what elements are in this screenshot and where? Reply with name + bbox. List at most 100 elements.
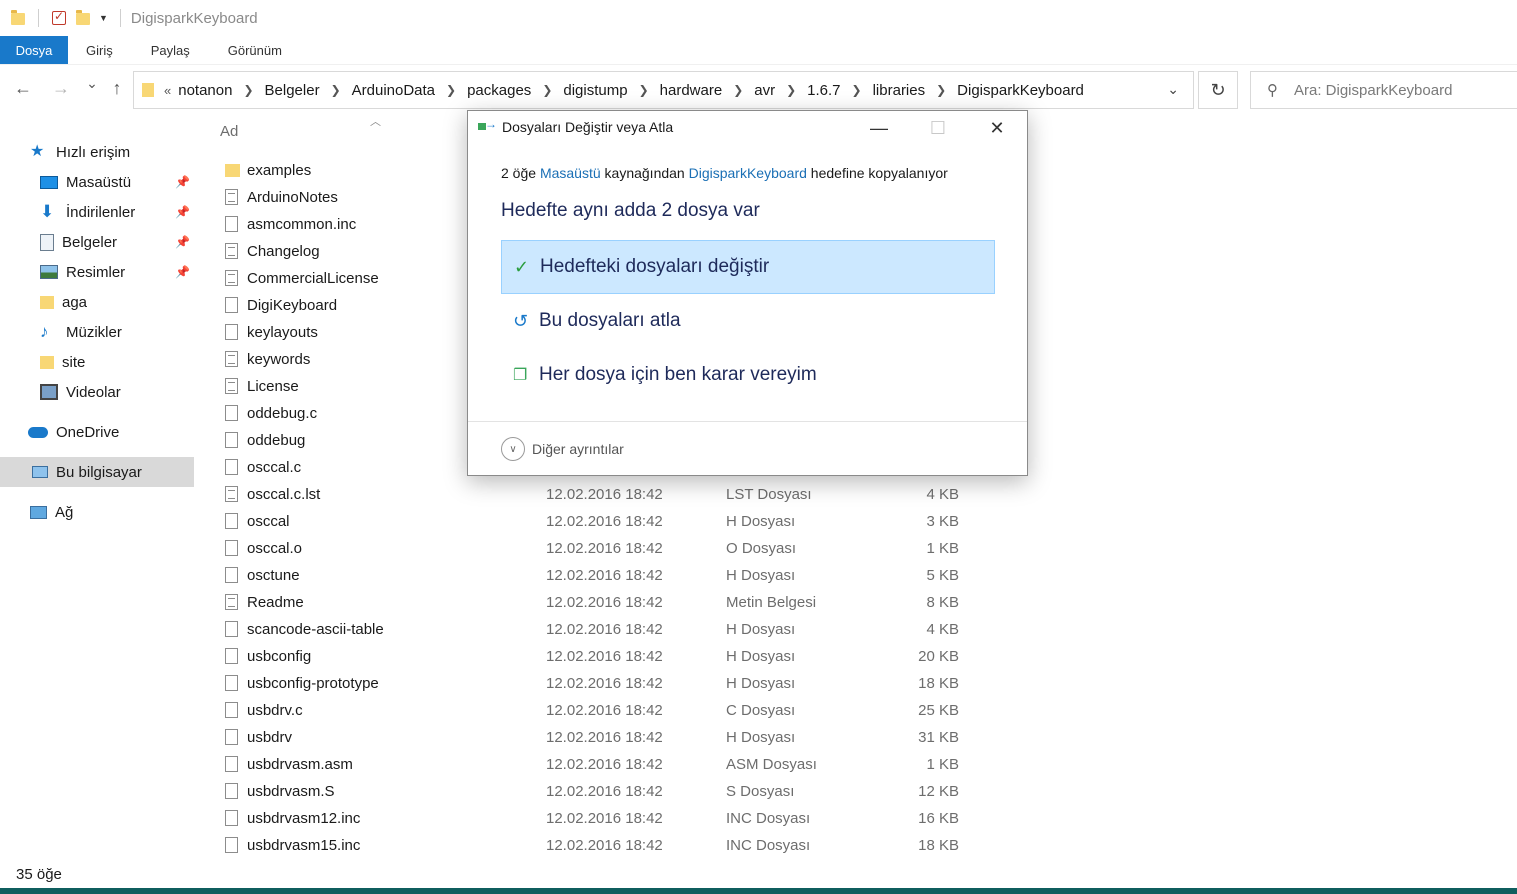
chevron-right-icon[interactable]: ❯ xyxy=(733,83,743,97)
message-text: kaynağından xyxy=(600,165,689,181)
divider xyxy=(119,9,121,27)
sidebar-item-videolar[interactable]: Videolar xyxy=(0,377,194,407)
tab-gorunum[interactable]: Görünüm xyxy=(209,36,301,64)
destination-link[interactable]: DigisparkKeyboard xyxy=(689,165,807,181)
file-icon xyxy=(225,405,238,421)
file-size: 25 KB xyxy=(918,702,959,719)
sidebar-item-resimler[interactable]: Resimler 📌 xyxy=(0,257,194,287)
breadcrumb-item[interactable]: digistump xyxy=(563,82,627,99)
sidebar-item-label: Masaüstü xyxy=(66,173,132,191)
sidebar-item-ag[interactable]: Ağ xyxy=(0,497,194,527)
chevron-right-icon[interactable]: ❯ xyxy=(331,83,341,97)
sidebar-item-belgeler[interactable]: Belgeler 📌 xyxy=(0,227,194,257)
file-row[interactable]: usbdrvasm15.inc 12.02.2016 18:42 INC Dosya… xyxy=(220,832,980,859)
back-icon[interactable]: ← xyxy=(10,78,36,99)
file-icon xyxy=(225,810,238,826)
file-row[interactable]: usbconfig-prototype 12.02.2016 18:42 H Dos… xyxy=(220,670,980,697)
file-name: Changelog xyxy=(247,243,320,260)
minimize-button[interactable]: — xyxy=(864,115,894,141)
skip-files-option[interactable]: ↺ Bu dosyaları atla xyxy=(501,294,995,348)
network-icon xyxy=(30,505,47,519)
file-row[interactable]: osccal.c.lst 12.02.2016 18:42 LST Dosyası 4… xyxy=(220,481,980,508)
sidebar-item-bu-bilgisayar[interactable]: Bu bilgisayar xyxy=(0,457,194,487)
breadcrumb-item[interactable]: ArduinoData xyxy=(352,82,435,99)
file-date: 12.02.2016 18:42 xyxy=(546,675,663,692)
taskbar-edge xyxy=(0,888,1517,894)
pin-icon[interactable]: 📌 xyxy=(175,175,190,189)
pin-icon[interactable]: 📌 xyxy=(175,205,190,219)
breadcrumb-item[interactable]: notanon xyxy=(178,82,232,99)
close-button[interactable]: ✕ xyxy=(982,115,1012,141)
file-name: oddebug xyxy=(247,432,306,449)
pin-icon[interactable]: 📌 xyxy=(175,235,190,249)
overflow-chevron-icon[interactable]: « xyxy=(164,83,171,98)
file-size: 4 KB xyxy=(926,621,959,638)
tab-paylas[interactable]: Paylaş xyxy=(132,36,209,64)
sidebar-item-aga[interactable]: aga xyxy=(0,287,194,317)
sidebar-item-muzikler[interactable]: ♪ Müzikler xyxy=(0,317,194,347)
decide-each-option[interactable]: ❐ Her dosya için ben karar vereyim xyxy=(501,348,995,402)
sidebar-item-site[interactable]: site xyxy=(0,347,194,377)
sidebar-item-label: Müzikler xyxy=(66,323,122,341)
breadcrumb-item[interactable]: avr xyxy=(754,82,775,99)
customize-toolbar-chevron-icon[interactable]: ▼ xyxy=(99,13,108,23)
sidebar-item-indirilenler[interactable]: ⬇ İndirilenler 📌 xyxy=(0,197,194,227)
breadcrumb: notanon ❯ Belgeler ❯ ArduinoData ❯ packages… xyxy=(178,82,1084,99)
chevron-right-icon[interactable]: ❯ xyxy=(542,83,552,97)
sidebar-item-hizli-erisim[interactable]: ★ Hızlı erişim xyxy=(0,137,194,167)
file-type: LST Dosyası xyxy=(726,486,812,503)
status-item-count: 35 öğe xyxy=(16,866,62,883)
file-row[interactable]: osctune 12.02.2016 18:42 H Dosyası 5 KB xyxy=(220,562,980,589)
file-size: 5 KB xyxy=(926,567,959,584)
sidebar-item-masaustu[interactable]: Masaüstü 📌 xyxy=(0,167,194,197)
file-row[interactable]: usbdrvasm.asm 12.02.2016 18:42 ASM Dosyası… xyxy=(220,751,980,778)
breadcrumb-item[interactable]: packages xyxy=(467,82,531,99)
replace-or-skip-dialog: Dosyaları Değiştir veya Atla — ☐ ✕ 2 öğe… xyxy=(467,110,1028,476)
file-row[interactable]: osccal.o 12.02.2016 18:42 O Dosyası 1 KB xyxy=(220,535,980,562)
breadcrumb-item[interactable]: hardware xyxy=(660,82,723,99)
address-dropdown-chevron-icon[interactable]: ⌄ xyxy=(1167,81,1179,98)
file-name: usbdrvasm.asm xyxy=(247,756,353,773)
refresh-button[interactable]: ↻ xyxy=(1198,71,1238,109)
address-bar[interactable]: « notanon ❯ Belgeler ❯ ArduinoData ❯ packag… xyxy=(133,71,1194,109)
file-date: 12.02.2016 18:42 xyxy=(546,567,663,584)
file-row[interactable]: usbdrvasm12.inc 12.02.2016 18:42 INC Dosya… xyxy=(220,805,980,832)
file-type: H Dosyası xyxy=(726,729,796,746)
search-input[interactable]: ⚲ Ara: DigisparkKeyboard xyxy=(1250,71,1517,109)
properties-icon[interactable] xyxy=(51,9,67,26)
column-header-name[interactable]: Ad xyxy=(220,123,238,140)
breadcrumb-item[interactable]: DigisparkKeyboard xyxy=(957,82,1084,99)
breadcrumb-item[interactable]: Belgeler xyxy=(265,82,320,99)
tab-dosya[interactable]: Dosya xyxy=(0,36,68,64)
recent-locations-chevron-icon[interactable]: ⌄ xyxy=(79,75,105,92)
file-size: 12 KB xyxy=(918,783,959,800)
file-row[interactable]: usbconfig 12.02.2016 18:42 H Dosyası 20 KB xyxy=(220,643,980,670)
file-icon xyxy=(225,675,238,691)
chevron-right-icon[interactable]: ❯ xyxy=(786,83,796,97)
breadcrumb-item[interactable]: libraries xyxy=(873,82,926,99)
file-row[interactable]: Readme 12.02.2016 18:42 Metin Belgesi 8 KB xyxy=(220,589,980,616)
up-icon[interactable]: ↑ xyxy=(104,78,130,99)
chevron-right-icon[interactable]: ❯ xyxy=(446,83,456,97)
decide-icon: ❐ xyxy=(513,367,528,384)
file-row[interactable]: usbdrv.c 12.02.2016 18:42 C Dosyası 25 KB xyxy=(220,697,980,724)
more-details-button[interactable]: ∨ Diğer ayrıntılar xyxy=(501,437,624,461)
source-link[interactable]: Masaüstü xyxy=(540,165,601,181)
file-row[interactable]: usbdrv 12.02.2016 18:42 H Dosyası 31 KB xyxy=(220,724,980,751)
file-size: 4 KB xyxy=(926,486,959,503)
chevron-right-icon[interactable]: ❯ xyxy=(639,83,649,97)
replace-files-option[interactable]: ✓ Hedefteki dosyaları değiştir xyxy=(501,240,995,294)
chevron-right-icon[interactable]: ❯ xyxy=(243,83,253,97)
breadcrumb-item[interactable]: 1.6.7 xyxy=(807,82,840,99)
chevron-right-icon[interactable]: ❯ xyxy=(936,83,946,97)
video-icon xyxy=(40,384,58,400)
tab-giris[interactable]: Giriş xyxy=(68,36,132,64)
sidebar-item-onedrive[interactable]: OneDrive xyxy=(0,417,194,447)
file-row[interactable]: scancode-ascii-table 12.02.2016 18:42 H Do… xyxy=(220,616,980,643)
forward-icon[interactable]: → xyxy=(48,78,74,99)
file-row[interactable]: usbdrvasm.S 12.02.2016 18:42 S Dosyası 12 K… xyxy=(220,778,980,805)
new-folder-icon[interactable] xyxy=(75,10,91,26)
chevron-right-icon[interactable]: ❯ xyxy=(852,83,862,97)
pin-icon[interactable]: 📌 xyxy=(175,265,190,279)
file-row[interactable]: osccal 12.02.2016 18:42 H Dosyası 3 KB xyxy=(220,508,980,535)
